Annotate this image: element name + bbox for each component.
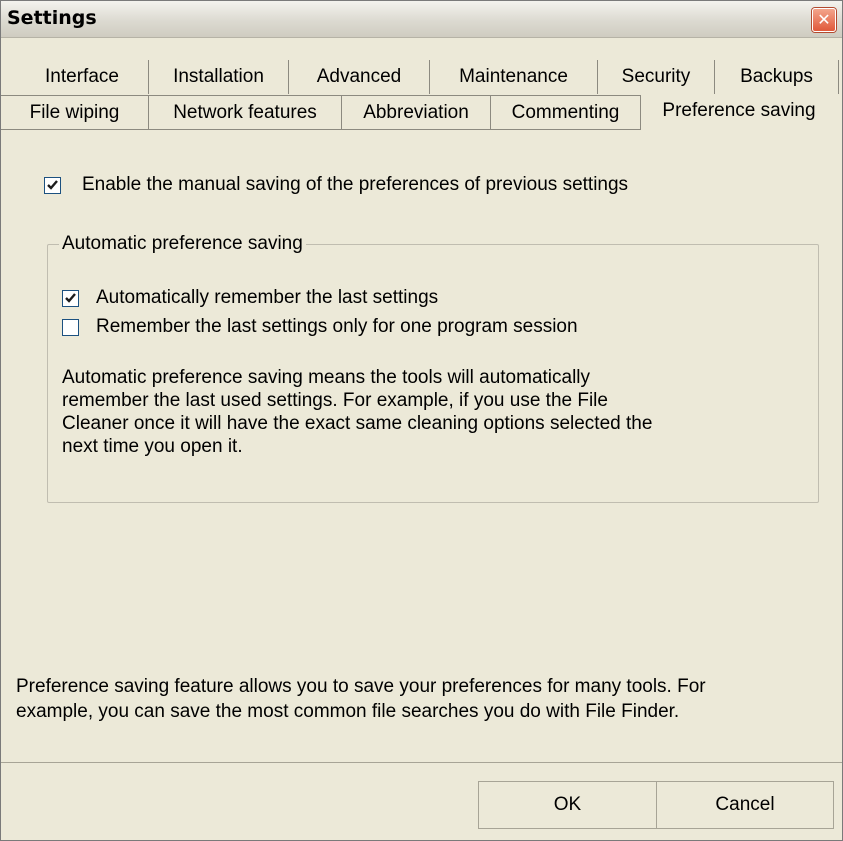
remember-last-checkbox[interactable] — [62, 290, 79, 307]
window-title: Settings — [7, 7, 97, 29]
cancel-button[interactable]: Cancel — [656, 781, 834, 829]
tab-file-wiping[interactable]: File wiping — [1, 95, 149, 129]
ok-button[interactable]: OK — [478, 781, 657, 829]
manual-saving-checkbox[interactable] — [44, 177, 61, 194]
group-description: Automatic preference saving means the to… — [62, 367, 653, 457]
tab-abbreviation[interactable]: Abbreviation — [342, 95, 491, 129]
title-bar[interactable]: Settings ✕ — [1, 1, 842, 38]
group-title: Automatic preference saving — [59, 233, 306, 255]
tab-interface[interactable]: Interface — [16, 60, 149, 94]
tab-advanced[interactable]: Advanced — [289, 60, 430, 94]
close-icon: ✕ — [817, 10, 831, 29]
tab-maintenance[interactable]: Maintenance — [430, 60, 598, 94]
manual-saving-label[interactable]: Enable the manual saving of the preferen… — [82, 174, 628, 196]
tab-commenting[interactable]: Commenting — [491, 95, 641, 129]
check-icon — [65, 293, 76, 303]
close-button[interactable]: ✕ — [812, 8, 836, 32]
tab-network-features[interactable]: Network features — [149, 95, 342, 129]
tab-installation[interactable]: Installation — [149, 60, 289, 94]
session-only-label[interactable]: Remember the last settings only for one … — [96, 316, 578, 338]
remember-last-label[interactable]: Automatically remember the last settings — [96, 287, 438, 309]
footer-note: Preference saving feature allows you to … — [16, 676, 706, 722]
tab-backups[interactable]: Backups — [715, 60, 839, 94]
footer-divider — [1, 762, 842, 763]
check-icon — [47, 180, 58, 190]
tab-security[interactable]: Security — [598, 60, 715, 94]
session-only-checkbox[interactable] — [62, 319, 79, 336]
tab-panel-border — [1, 129, 641, 130]
settings-window: Settings ✕ Interface Installation Advanc… — [0, 0, 843, 841]
tab-preference-saving[interactable]: Preference saving — [641, 93, 837, 127]
